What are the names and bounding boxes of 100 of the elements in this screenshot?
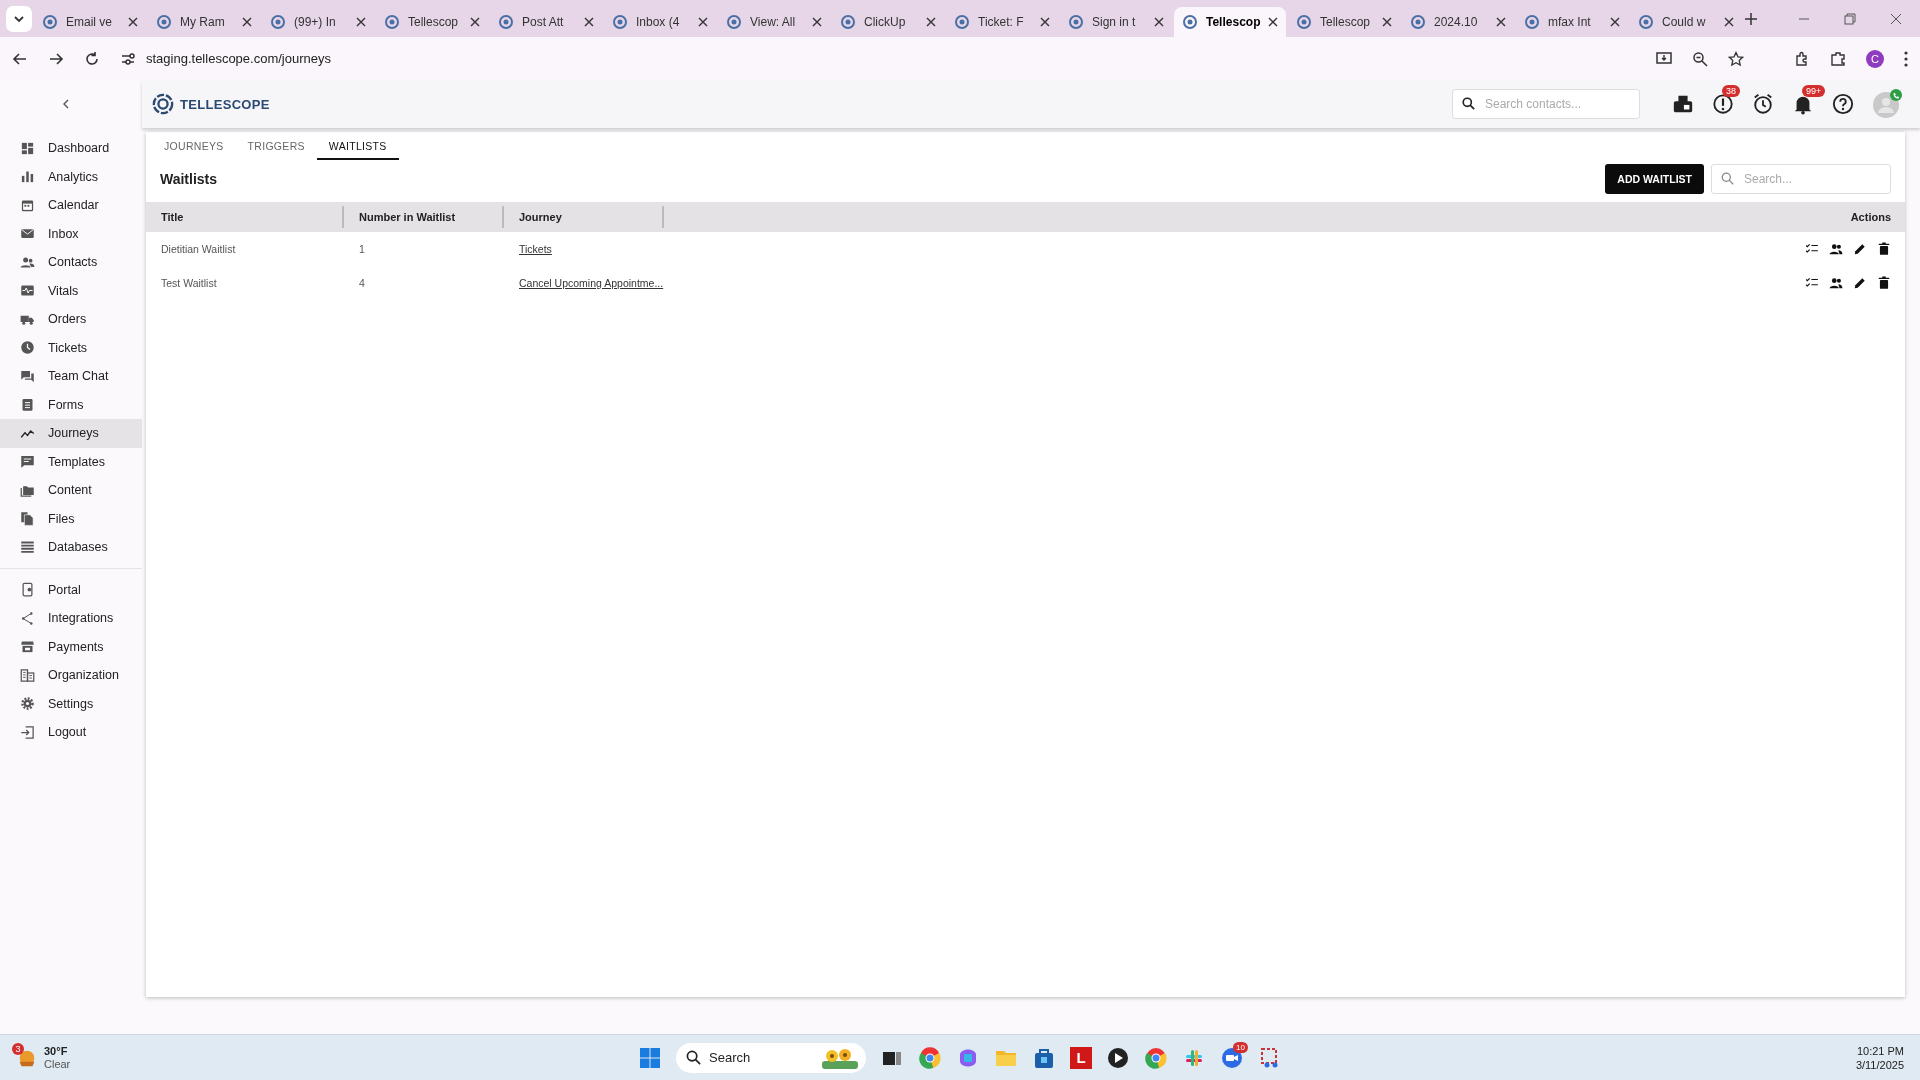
app-logo[interactable]: TELLESCOPE — [152, 93, 270, 115]
journey-link[interactable]: Cancel Upcoming Appointme... — [519, 277, 664, 289]
browser-icon[interactable] — [1144, 1045, 1168, 1070]
close-icon[interactable] — [1382, 16, 1392, 27]
browser-tab[interactable]: mfax Int — [1516, 6, 1628, 37]
browser-tab[interactable]: Tellescop — [1174, 6, 1286, 37]
close-icon[interactable] — [1724, 16, 1734, 27]
browser-tab[interactable]: Email ve — [34, 6, 146, 37]
sidebar-item[interactable]: Organization — [0, 661, 142, 690]
add-waitlist-button[interactable]: ADD WAITLIST — [1605, 164, 1704, 194]
pencil-icon[interactable] — [1853, 276, 1867, 290]
sidebar-item[interactable]: Journeys — [0, 419, 142, 448]
alert-icon[interactable] — [1712, 93, 1734, 115]
alarm-clock-icon[interactable] — [1752, 93, 1774, 115]
windows-logo-icon[interactable] — [638, 1045, 662, 1070]
sidebar-item[interactable]: Logout — [0, 718, 142, 747]
trash-icon[interactable] — [1877, 276, 1891, 290]
sidebar-item[interactable]: Settings — [0, 689, 142, 718]
sidebar-item[interactable]: Forms — [0, 390, 142, 419]
play-icon[interactable] — [1106, 1045, 1130, 1070]
puzzle-icon[interactable] — [1830, 50, 1846, 67]
sidebar-item[interactable]: Templates — [0, 447, 142, 476]
chevron-down-icon[interactable] — [6, 5, 32, 32]
browser-tab[interactable]: My Ram — [148, 6, 260, 37]
profile-avatar[interactable]: C — [1866, 49, 1884, 68]
close-icon[interactable] — [1268, 16, 1278, 27]
address-bar[interactable]: staging.tellescope.com/journeys — [146, 51, 331, 66]
sidebar-item[interactable]: Tickets — [0, 333, 142, 362]
sidebar-item[interactable]: Databases — [0, 533, 142, 562]
zoom-icon[interactable] — [1692, 50, 1708, 67]
page-tab[interactable]: JOURNEYS — [152, 132, 236, 160]
site-settings-icon[interactable] — [120, 50, 136, 67]
close-icon[interactable] — [128, 16, 138, 27]
forward-icon[interactable] — [48, 50, 64, 67]
browser-tab[interactable]: ClickUp — [832, 6, 944, 37]
sidebar-item[interactable]: Payments — [0, 632, 142, 661]
back-icon[interactable] — [12, 50, 28, 67]
taskbar-search-field[interactable]: Search — [676, 1042, 866, 1073]
browser-tab[interactable]: Post Att — [490, 6, 602, 37]
close-icon[interactable] — [470, 16, 480, 27]
page-tab[interactable]: TRIGGERS — [235, 132, 317, 160]
plus-icon[interactable] — [1744, 11, 1758, 26]
browser-tab[interactable]: 2024.10 — [1402, 6, 1514, 37]
chevron-left-icon[interactable] — [61, 99, 71, 109]
extension-icon[interactable] — [1794, 50, 1810, 67]
journey-link[interactable]: Tickets — [519, 243, 552, 255]
browser-icon[interactable] — [918, 1045, 942, 1070]
browser-tab[interactable]: (99+) In — [262, 6, 374, 37]
sidebar-item[interactable]: Team Chat — [0, 362, 142, 391]
sidebar-item[interactable]: Analytics — [0, 162, 142, 191]
sidebar-item[interactable]: Portal — [0, 575, 142, 604]
close-icon[interactable] — [1890, 12, 1902, 25]
avatar-icon[interactable] — [1872, 89, 1902, 119]
weather-widget[interactable]: 30°F Clear — [44, 1044, 71, 1071]
sidebar-item[interactable]: Content — [0, 476, 142, 505]
help-icon[interactable] — [1832, 93, 1854, 115]
video-call-icon[interactable] — [1220, 1045, 1244, 1070]
page-tab[interactable]: WAITLISTS — [316, 132, 399, 160]
trash-icon[interactable] — [1877, 242, 1891, 256]
browser-tab[interactable]: Sign in t — [1060, 6, 1172, 37]
contact-search-field[interactable]: Search contacts... — [1452, 89, 1640, 119]
sidebar-item[interactable]: Integrations — [0, 604, 142, 633]
browser-tab[interactable]: Ticket: F — [946, 6, 1058, 37]
close-icon[interactable] — [1496, 16, 1506, 27]
install-icon[interactable] — [1656, 50, 1672, 67]
sidebar-item[interactable]: Dashboard — [0, 134, 142, 163]
checklist-icon[interactable] — [1805, 276, 1819, 290]
sidebar-item[interactable]: Orders — [0, 305, 142, 334]
close-icon[interactable] — [1154, 16, 1164, 27]
fax-icon[interactable] — [1672, 93, 1694, 115]
app-icon[interactable]: L — [1070, 1046, 1092, 1069]
notification-badge: 10 — [1233, 1041, 1248, 1053]
clock[interactable]: 10:21 PM 3/11/2025 — [1344, 1043, 1904, 1072]
close-icon[interactable] — [926, 16, 936, 27]
checklist-icon[interactable] — [1805, 242, 1819, 256]
close-icon[interactable] — [698, 16, 708, 27]
browser-tab[interactable]: Could w — [1630, 6, 1742, 37]
people-icon[interactable] — [1829, 242, 1843, 256]
people-icon[interactable] — [1829, 276, 1843, 290]
close-icon[interactable] — [1610, 16, 1620, 27]
star-icon[interactable] — [1728, 50, 1744, 67]
search-field[interactable]: Search... — [1711, 164, 1891, 194]
sidebar-item[interactable]: Files — [0, 504, 142, 533]
browser-tab[interactable]: View: All — [718, 6, 830, 37]
reload-icon[interactable] — [84, 50, 100, 67]
pencil-icon[interactable] — [1853, 242, 1867, 256]
sidebar-item[interactable]: Calendar — [0, 191, 142, 220]
close-icon[interactable] — [812, 16, 822, 27]
close-icon[interactable] — [584, 16, 594, 27]
close-icon[interactable] — [242, 16, 252, 27]
close-icon[interactable] — [1040, 16, 1050, 27]
sidebar-item[interactable]: Vitals — [0, 276, 142, 305]
more-icon[interactable] — [1904, 50, 1908, 67]
browser-tab[interactable]: Tellescop — [376, 6, 488, 37]
sidebar-item[interactable]: Inbox — [0, 219, 142, 248]
close-icon[interactable] — [356, 16, 366, 27]
browser-tab[interactable]: Inbox (4 — [604, 6, 716, 37]
browser-tab[interactable]: Tellescop — [1288, 6, 1400, 37]
sidebar-item[interactable]: Contacts — [0, 248, 142, 277]
restore-icon[interactable] — [1844, 12, 1856, 25]
